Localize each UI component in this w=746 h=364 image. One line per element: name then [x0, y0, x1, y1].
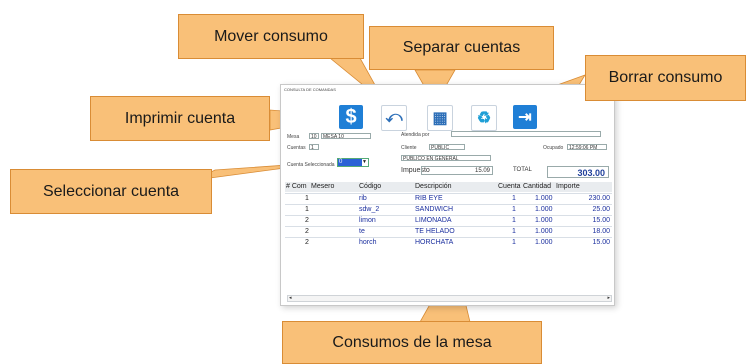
table-cell: TE HELADO	[415, 228, 455, 235]
cliente-label: Cliente	[401, 145, 417, 151]
table-cell: 15.00	[592, 217, 610, 224]
borrar-consumo-button[interactable]: ♻	[471, 105, 497, 131]
table-cell: 15.00	[592, 239, 610, 246]
table-cell: 1	[305, 206, 309, 213]
table-cell: 230.00	[588, 195, 610, 202]
callout-seleccionar-cuenta: Seleccionar cuenta	[10, 169, 212, 214]
consulta-comandas-window: CONSULTA DE COMANDAS $ ⤺ ▦ ♻ ⇥ Mesa 10 MESA …	[280, 84, 615, 306]
ocupado-label: Ocupado	[543, 145, 564, 151]
column-header[interactable]: Cuenta	[498, 183, 521, 190]
window-title: CONSULTA DE COMANDAS	[284, 87, 336, 92]
table-cell: 18.00	[592, 228, 610, 235]
ocupado-field[interactable]: 12:59:06 PM	[567, 144, 607, 150]
total-field: 303.00	[547, 166, 609, 178]
callout-consumos-de-la-mesa: Consumos de la mesa	[282, 321, 542, 364]
table-cell: RIB EYE	[415, 195, 443, 202]
column-header[interactable]: Código	[359, 183, 381, 190]
column-header[interactable]: Importe	[556, 183, 580, 190]
impuesto-field: 15.09	[421, 166, 493, 175]
cuentas-label: Cuentas	[287, 145, 306, 151]
chevron-down-icon[interactable]: ▼	[361, 159, 368, 166]
mesa-label: Mesa	[287, 134, 300, 140]
table-cell: 1.000	[535, 206, 553, 213]
table-cell: sdw_2	[359, 206, 380, 213]
table-cell: rib	[359, 195, 367, 202]
callout-borrar-consumo: Borrar consumo	[585, 55, 746, 101]
table-cell: SANDWICH	[415, 206, 454, 213]
atendida-label: Atendida por	[401, 132, 430, 138]
table-cell: 1.000	[535, 195, 553, 202]
callout-separar-cuentas: Separar cuentas	[369, 26, 554, 70]
scroll-left-icon[interactable]: ◂	[289, 295, 292, 301]
cuenta-seleccionada-label: Cuenta Seleccionada	[287, 162, 335, 168]
table-cell: 2	[305, 239, 309, 246]
mesa-number-field[interactable]: 10	[309, 133, 319, 139]
table-cell: 1	[512, 239, 516, 246]
table-cell: HORCHATA	[415, 239, 454, 246]
column-header[interactable]: Descripción	[415, 183, 452, 190]
trash-icon: ♻	[476, 110, 492, 127]
cliente-name-field: PUBLICO EN GENERAL	[401, 155, 491, 161]
table-cell: 1	[305, 195, 309, 202]
table-cell: horch	[359, 239, 377, 246]
cuenta-seleccionada-value: 0	[338, 159, 362, 166]
mesa-name-field[interactable]: MESA 10	[321, 133, 371, 139]
scroll-right-icon[interactable]: ▸	[607, 295, 610, 301]
consumos-table: # Com Mesero Código Descripción Cuenta C…	[285, 182, 612, 260]
cliente-field[interactable]: PUBLIC	[429, 144, 465, 150]
total-label: TOTAL	[513, 167, 532, 173]
column-header[interactable]: Cantidad	[523, 183, 551, 190]
table-cell: 1	[512, 195, 516, 202]
table-cell: 2	[305, 217, 309, 224]
cuentas-field[interactable]: 1	[309, 144, 319, 150]
table-cell: LIMONADA	[415, 217, 452, 224]
table-cell: 1	[512, 228, 516, 235]
calculator-icon: ▦	[432, 110, 448, 127]
callout-mover-consumo: Mover consumo	[178, 14, 364, 59]
table-cell: 1.000	[535, 228, 553, 235]
imprimir-cuenta-button[interactable]: $	[339, 105, 363, 129]
callout-imprimir-cuenta: Imprimir cuenta	[90, 96, 270, 141]
atendida-field[interactable]	[451, 131, 601, 137]
table-cell: 1.000	[535, 239, 553, 246]
table-cell: te	[359, 228, 365, 235]
salir-button[interactable]: ⇥	[513, 105, 537, 129]
cuenta-seleccionada-select[interactable]: 0 ▼	[337, 158, 369, 167]
column-header[interactable]: # Com	[286, 183, 307, 190]
dollar-icon: $	[345, 105, 357, 128]
exit-door-icon: ⇥	[518, 109, 532, 126]
table-row[interactable]: 2 horch HORCHATA 1 1.000 15.00	[285, 237, 612, 249]
column-header[interactable]: Mesero	[311, 183, 334, 190]
table-cell: 2	[305, 228, 309, 235]
separar-cuentas-button[interactable]: ▦	[427, 105, 453, 131]
table-cell: 25.00	[592, 206, 610, 213]
table-header: # Com Mesero Código Descripción Cuenta C…	[285, 182, 612, 192]
table-cell: limon	[359, 217, 376, 224]
horizontal-scrollbar[interactable]: ◂ ▸	[287, 295, 612, 302]
table-cell: 1	[512, 206, 516, 213]
mover-consumo-button[interactable]: ⤺	[381, 105, 407, 131]
table-cell: 1	[512, 217, 516, 224]
move-consumption-icon: ⤺	[385, 109, 403, 126]
table-cell: 1.000	[535, 217, 553, 224]
